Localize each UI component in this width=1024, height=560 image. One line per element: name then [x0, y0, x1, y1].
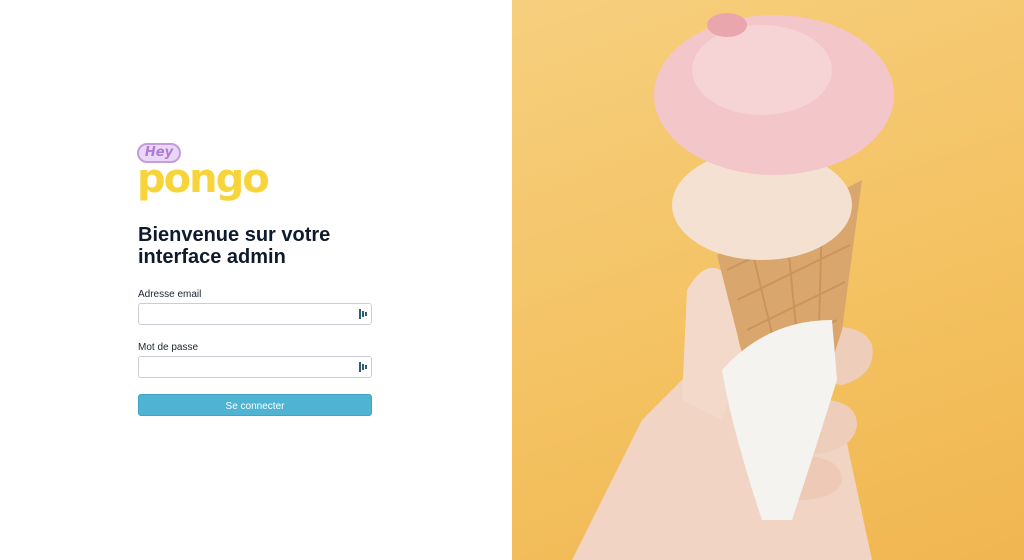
email-field-wrapper	[138, 303, 372, 325]
password-manager-icon[interactable]	[359, 362, 367, 372]
password-manager-icon[interactable]	[359, 309, 367, 319]
login-panel: Hey pongo Bienvenue sur votre interface …	[0, 0, 512, 560]
heypongo-logo: Hey pongo	[137, 141, 270, 213]
password-label: Mot de passe	[138, 342, 199, 353]
password-field-wrapper	[138, 356, 372, 378]
page-title: Bienvenue sur votre interface admin	[138, 224, 331, 268]
email-label: Adresse email	[138, 289, 202, 300]
ice-cream-illustration	[572, 13, 894, 560]
logo-wordmark: pongo	[137, 156, 270, 202]
email-field[interactable]	[139, 304, 355, 324]
hero-image	[512, 0, 1024, 560]
login-button[interactable]: Se connecter	[138, 394, 372, 416]
password-field[interactable]	[139, 357, 355, 377]
